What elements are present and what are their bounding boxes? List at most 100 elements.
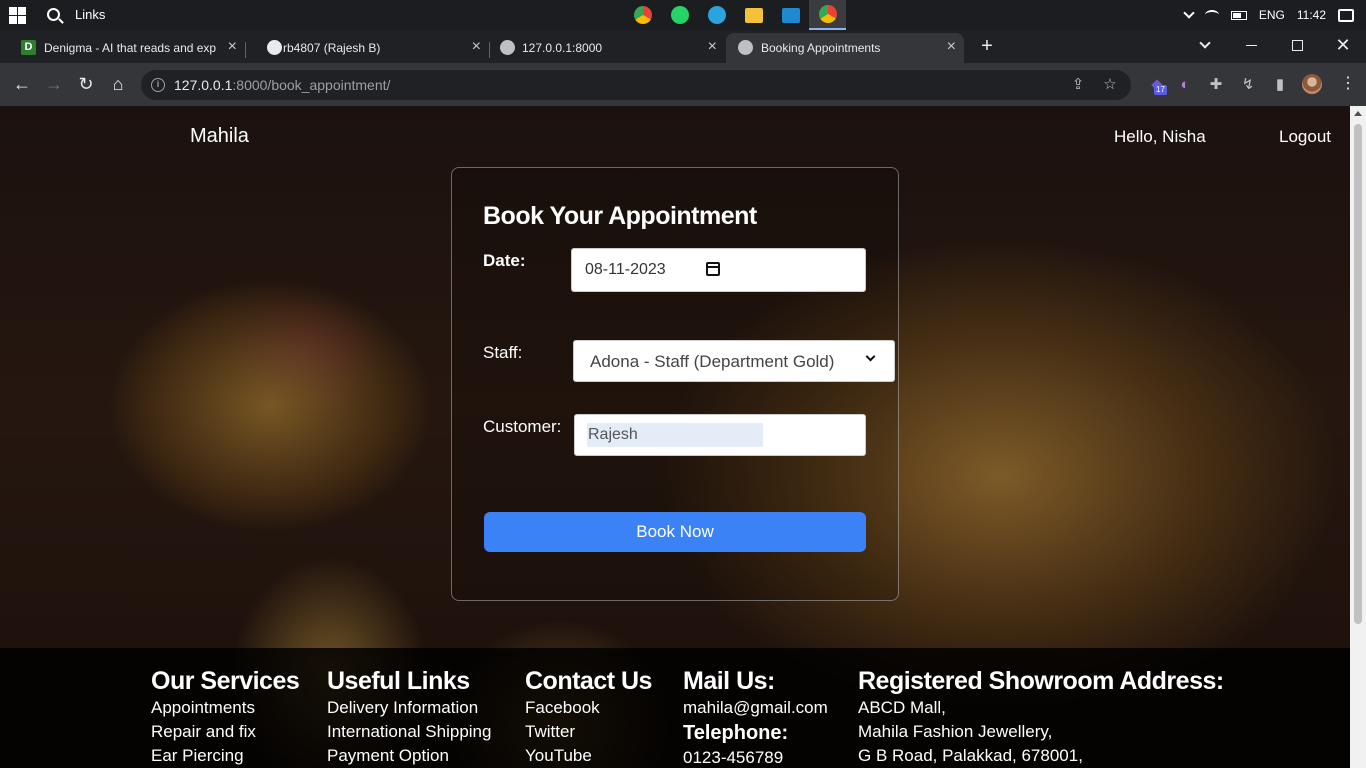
restore-icon [1291, 40, 1303, 51]
tab-github[interactable]: rb4807 (Rajesh B) × [246, 33, 489, 63]
back-button[interactable]: ← [10, 73, 34, 97]
windows-start-icon[interactable] [9, 7, 26, 24]
brand-logo[interactable]: Mahila [190, 125, 249, 148]
vscode-app-icon[interactable] [772, 0, 809, 30]
footer-mail: Mail Us: mahila@gmail.com Telephone: 012… [683, 666, 828, 768]
file-explorer-app-icon[interactable] [735, 0, 772, 30]
footer-link[interactable]: Facebook [525, 696, 652, 720]
taskbar-search-text: Links [75, 7, 106, 22]
extension-2-icon[interactable]: ◐ [1174, 74, 1196, 96]
address-line: ABCD Mall, [858, 698, 946, 717]
notification-icon[interactable] [1338, 8, 1354, 22]
date-input[interactable]: 08-11-2023 [571, 248, 866, 292]
page-background: Mahila Hello, Nisha Logout Book Your App… [0, 106, 1350, 768]
side-panel-icon[interactable]: ▮ [1269, 74, 1291, 96]
tab-localhost[interactable]: 127.0.0.1:8000 × [490, 33, 725, 63]
footer-email[interactable]: mahila@gmail.com [683, 696, 828, 720]
date-value: 08-11-2023 [585, 261, 666, 278]
address-line: Mahila Fashion Jewellery, [858, 722, 1053, 741]
footer-services: Our Services Appointments Repair and fix… [151, 666, 300, 768]
close-tab-icon[interactable]: × [228, 38, 237, 56]
staff-select[interactable]: Adona - Staff (Department Gold) [573, 340, 895, 382]
taskbar: Links ENG 11:42 [0, 0, 1366, 30]
taskbar-apps [624, 0, 846, 30]
tab-title: rb4807 (Rajesh B) [283, 41, 381, 55]
new-tab-button[interactable]: + [976, 36, 998, 58]
footer-link[interactable]: Payment Option [327, 744, 491, 768]
close-icon: ✕ [1335, 35, 1351, 55]
scroll-thumb[interactable] [1354, 124, 1362, 624]
tab-title: Denigma - AI that reads and exp [44, 41, 216, 55]
footer-link[interactable]: YouTube [525, 744, 652, 768]
share-icon[interactable]: ⇪ [1069, 76, 1087, 94]
restore-button[interactable] [1274, 30, 1320, 60]
tab-title: Booking Appointments [761, 41, 881, 55]
customer-input[interactable]: Rajesh [574, 414, 866, 456]
minimize-icon [1245, 45, 1257, 46]
extension-badge: 17 [1154, 85, 1167, 95]
close-window-button[interactable]: ✕ [1320, 30, 1366, 60]
tab-denigma[interactable]: D Denigma - AI that reads and exp × [0, 33, 245, 63]
browser-menu-icon[interactable]: ⋮ [1340, 74, 1356, 96]
telegram-app-icon[interactable] [698, 0, 735, 30]
footer-address: Registered Showroom Address: ABCD Mall, … [858, 666, 1224, 768]
home-button[interactable]: ⌂ [106, 73, 130, 97]
clock[interactable]: 11:42 [1297, 8, 1326, 22]
search-icon [47, 8, 60, 21]
site-info-icon[interactable]: i [151, 78, 165, 92]
footer-link[interactable]: International Shipping [327, 720, 491, 744]
chevron-down-icon [865, 351, 876, 362]
footer-useful-links: Useful Links Delivery Information Intern… [327, 666, 491, 768]
extension-icon[interactable]: ◆ 17 [1146, 74, 1168, 96]
logout-link[interactable]: Logout [1279, 127, 1331, 147]
user-greeting: Hello, Nisha [1114, 127, 1206, 146]
footer-link[interactable]: Ear Piercing [151, 744, 299, 768]
battery-icon[interactable] [1230, 10, 1247, 20]
close-tab-icon[interactable]: × [472, 38, 481, 56]
scroll-up-arrow-icon[interactable] [1354, 111, 1362, 116]
github-favicon-icon [267, 40, 282, 55]
performance-icon[interactable]: ↯ [1237, 74, 1259, 96]
footer-link[interactable]: Repair and fix [151, 720, 299, 744]
tab-booking-appointments[interactable]: Booking Appointments × [726, 33, 964, 63]
footer-contact-title: Contact Us [525, 667, 652, 695]
booking-form-card: Book Your Appointment Date: 08-11-2023 S… [451, 167, 899, 601]
page-scrollbar[interactable] [1350, 106, 1366, 768]
reload-button[interactable]: ↻ [74, 73, 98, 97]
footer-contact: Contact Us Facebook Twitter YouTube [525, 666, 652, 768]
footer-links-title: Useful Links [327, 667, 470, 695]
customer-label: Customer: [483, 417, 562, 436]
profile-avatar[interactable] [1302, 74, 1322, 94]
calendar-icon[interactable] [706, 262, 720, 276]
tab-title: 127.0.0.1:8000 [522, 41, 603, 55]
address-bar[interactable]: i 127.0.0.1:8000/book_appointment/ ⇪ ☆ [141, 70, 1131, 100]
footer-link[interactable]: Delivery Information [327, 696, 491, 720]
close-tab-icon[interactable]: × [708, 38, 717, 56]
footer-link[interactable]: Twitter [525, 720, 652, 744]
wifi-icon[interactable] [1204, 10, 1219, 20]
whatsapp-app-icon[interactable] [661, 0, 698, 30]
browser-toolbar: ← → ↻ ⌂ i 127.0.0.1:8000/book_appointmen… [0, 63, 1366, 106]
footer-phone[interactable]: 0123-456789 [683, 746, 828, 768]
date-label: Date: [483, 251, 526, 270]
tab-strip: D Denigma - AI that reads and exp × rb48… [0, 30, 1366, 63]
tab-search-button[interactable] [1182, 30, 1228, 60]
book-now-button[interactable]: Book Now [484, 512, 866, 552]
footer-link[interactable]: Appointments [151, 696, 299, 720]
address-line: G B Road, Palakkad, 678001, [858, 746, 1083, 765]
forward-button[interactable]: → [42, 73, 66, 97]
chrome-active-app-icon[interactable] [809, 0, 846, 30]
close-tab-icon[interactable]: × [947, 38, 956, 56]
staff-label: Staff: [483, 343, 523, 362]
footer-mail-title: Mail Us: [683, 667, 775, 695]
footer-services-title: Our Services [151, 667, 300, 695]
minimize-button[interactable] [1228, 30, 1274, 60]
tray-overflow-icon[interactable] [1183, 7, 1195, 19]
globe-icon [500, 40, 515, 55]
language-indicator[interactable]: ENG [1259, 8, 1285, 22]
bookmark-star-icon[interactable]: ☆ [1101, 76, 1119, 94]
puzzle-icon[interactable]: ✚ [1205, 74, 1227, 96]
denigma-favicon-icon: D [21, 40, 36, 55]
url-text[interactable]: 127.0.0.1:8000/book_appointment/ [174, 77, 390, 93]
chrome-app-icon[interactable] [624, 0, 661, 30]
